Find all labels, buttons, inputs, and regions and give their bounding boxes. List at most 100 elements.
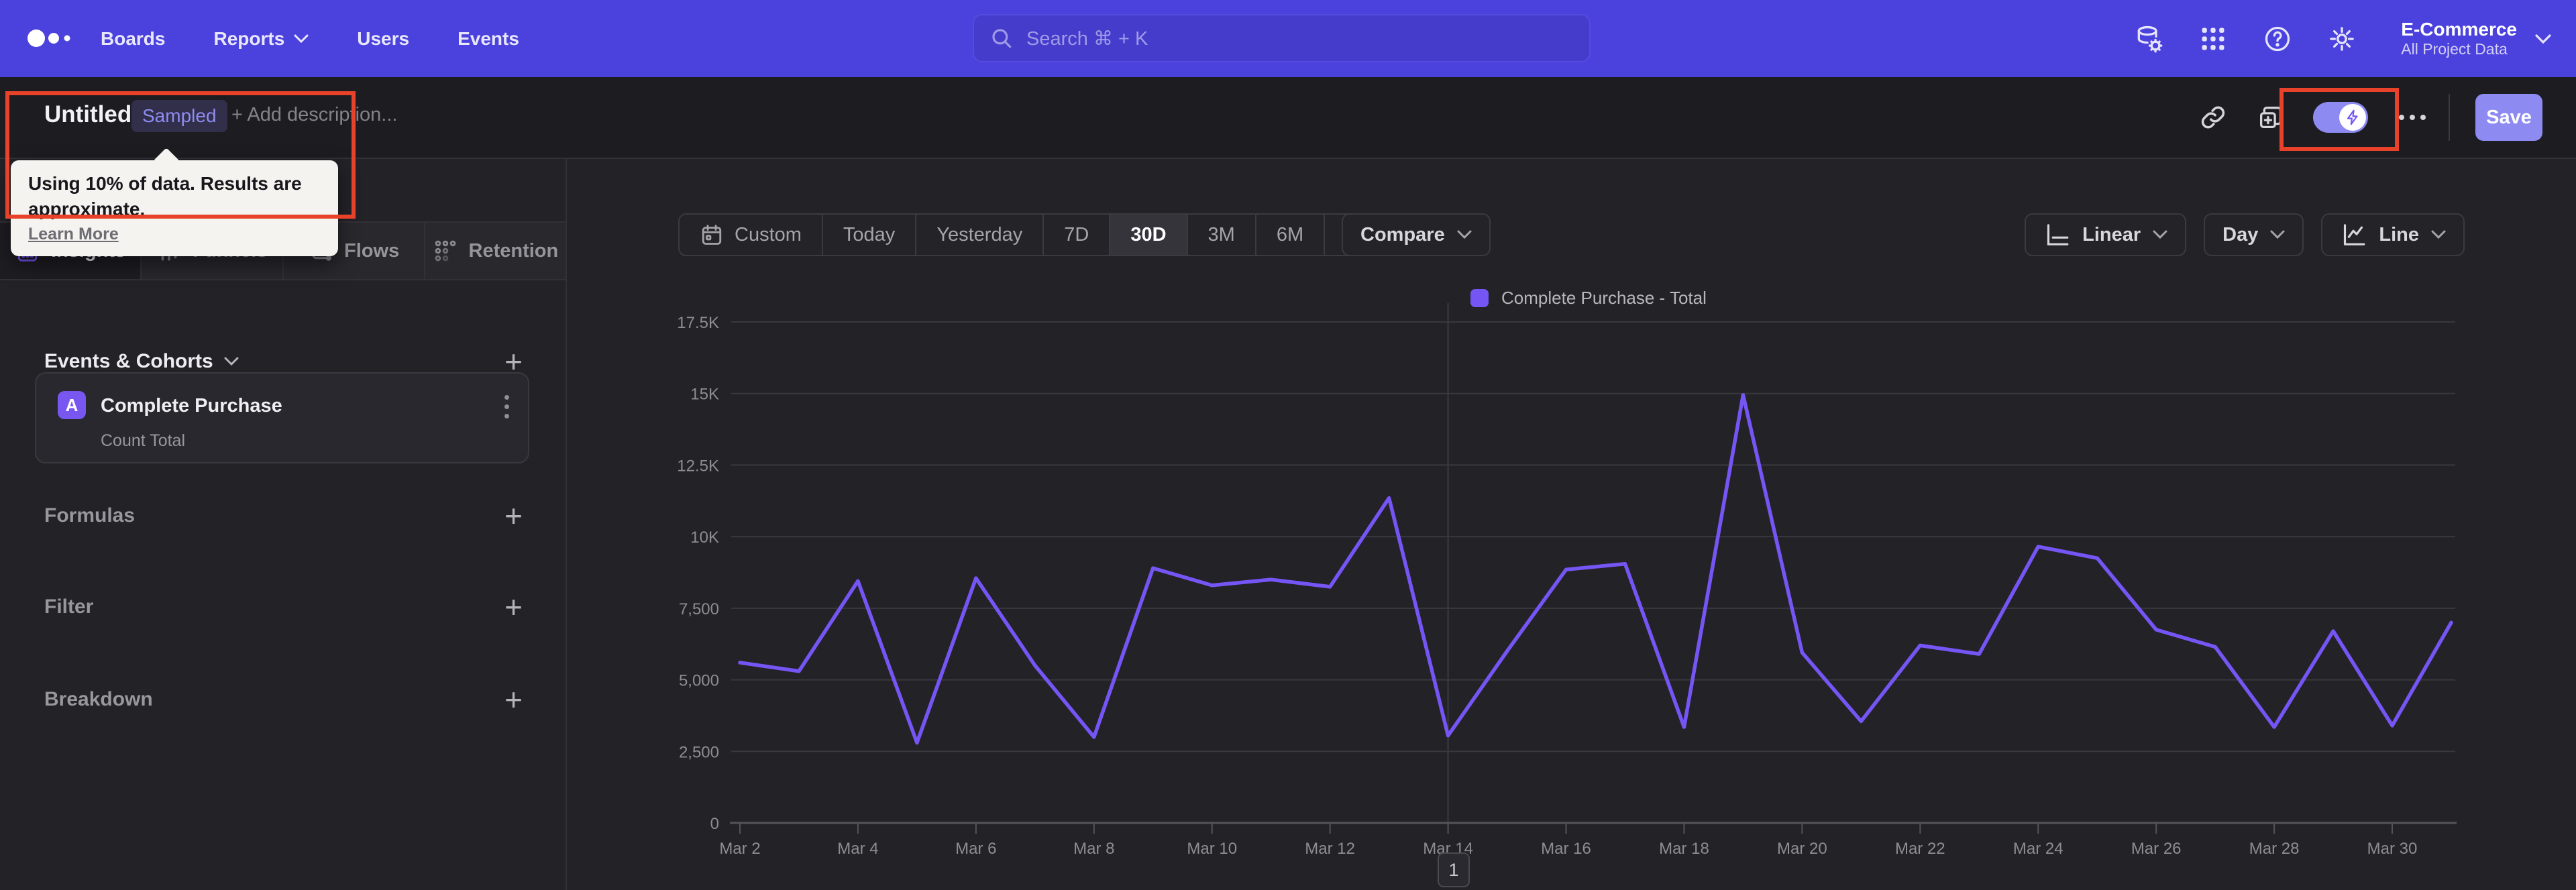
svg-text:15K: 15K	[690, 386, 719, 404]
mixpanel-logo-icon[interactable]	[27, 25, 87, 52]
svg-text:Mar 24: Mar 24	[2013, 840, 2063, 858]
nav-item-label: Events	[458, 27, 519, 49]
svg-text:Mar 8: Mar 8	[1073, 840, 1114, 858]
scale-dropdown[interactable]: Linear	[2025, 213, 2187, 256]
event-aggregation[interactable]: Count Total	[101, 431, 185, 451]
search-input[interactable]: Search ⌘ + K	[973, 14, 1591, 62]
svg-text:10K: 10K	[690, 529, 719, 547]
event-kebab-menu[interactable]	[504, 395, 509, 419]
add-filter-button[interactable]: +	[504, 592, 523, 622]
chevron-down-icon	[2153, 230, 2167, 239]
svg-text:Mar 2: Mar 2	[719, 840, 760, 858]
svg-text:Mar 10: Mar 10	[1187, 840, 1237, 858]
chart-type-dropdown[interactable]: Line	[2321, 213, 2465, 256]
add-formula-button[interactable]: +	[504, 500, 523, 531]
help-icon[interactable]	[2263, 24, 2292, 54]
nav-item-reports[interactable]: Reports	[213, 28, 309, 50]
formulas-label: Formulas	[44, 504, 136, 526]
toolbar-actions: Save	[2199, 77, 2542, 158]
settings-gear-icon[interactable]	[2327, 24, 2357, 54]
report-title[interactable]: Untitled	[44, 101, 131, 128]
svg-text:Mar 12: Mar 12	[1305, 840, 1355, 858]
svg-text:Mar 4: Mar 4	[837, 840, 878, 858]
data-management-icon[interactable]	[2134, 24, 2163, 54]
chart-legend: Complete Purchase - Total	[1470, 288, 1707, 308]
line-chart-icon	[2344, 224, 2365, 245]
more-options-button[interactable]	[2399, 115, 2426, 120]
events-cohorts-text: Events & Cohorts	[44, 350, 213, 372]
range-6m[interactable]: 6M	[1256, 215, 1326, 255]
svg-text:Mar 30: Mar 30	[2367, 840, 2418, 858]
event-card[interactable]: A Complete Purchase Count Total	[35, 372, 529, 463]
compare-label: Compare	[1360, 223, 1445, 245]
sampled-badge[interactable]: Sampled	[131, 100, 227, 132]
svg-text:Mar 22: Mar 22	[1895, 840, 1945, 858]
range-label: 30D	[1130, 223, 1167, 245]
add-event-button[interactable]: +	[504, 346, 523, 377]
svg-text:7,500: 7,500	[679, 600, 719, 618]
nav-links: Boards Reports Users Events	[101, 0, 519, 77]
svg-text:Mar 28: Mar 28	[2249, 840, 2300, 858]
tooltip-text: Using 10% of data. Results are approxima…	[28, 173, 302, 219]
chevron-down-icon	[2270, 230, 2285, 239]
top-nav: Boards Reports Users Events Search ⌘ + K	[0, 0, 2576, 77]
linear-axis-icon	[2047, 224, 2069, 245]
nav-item-label: Users	[357, 27, 410, 49]
search-placeholder: Search ⌘ + K	[1026, 27, 1148, 50]
nav-item-events[interactable]: Events	[458, 28, 519, 50]
interval-label: Day	[2222, 223, 2259, 245]
toolbar-divider	[2449, 94, 2450, 141]
formulas-section: Formulas +	[44, 500, 523, 531]
add-description-button[interactable]: + Add description...	[231, 104, 397, 126]
compare-button[interactable]: Compare	[1342, 213, 1491, 256]
range-7d[interactable]: 7D	[1044, 215, 1111, 255]
svg-text:Mar 20: Mar 20	[1777, 840, 1827, 858]
svg-text:Mar 26: Mar 26	[2131, 840, 2182, 858]
range-30d[interactable]: 30D	[1110, 215, 1188, 255]
chart-controls: Custom Today Yesterday 7D 30D 3M 6M 12M …	[0, 213, 2576, 256]
breakdown-label: Breakdown	[44, 688, 153, 710]
lightning-bolt-icon	[2347, 109, 2358, 125]
svg-text:Mar 6: Mar 6	[955, 840, 996, 858]
share-link-icon[interactable]	[2199, 103, 2227, 131]
add-breakdown-button[interactable]: +	[504, 684, 523, 715]
chevron-down-icon	[294, 34, 309, 43]
range-yesterday[interactable]: Yesterday	[916, 215, 1044, 255]
project-text: E-Commerce All Project Data	[2401, 19, 2517, 58]
nav-item-label: Boards	[101, 27, 166, 49]
svg-text:12.5K: 12.5K	[677, 457, 719, 475]
svg-text:5,000: 5,000	[679, 672, 719, 690]
event-title[interactable]: Complete Purchase	[101, 395, 282, 417]
range-label: 6M	[1276, 223, 1304, 245]
toggle-knob	[2339, 104, 2366, 131]
svg-text:Complete Purchase - Total: Complete Purchase - Total	[1501, 288, 1707, 308]
chart-display-controls: Linear Day Line	[2025, 213, 2465, 256]
app-root: Boards Reports Users Events Search ⌘ + K	[0, 0, 2576, 890]
pagination-page-1[interactable]: 1	[1438, 852, 1470, 887]
sampling-toggle[interactable]	[2313, 102, 2368, 133]
events-cohorts-label[interactable]: Events & Cohorts	[44, 350, 239, 373]
date-range-group: Custom Today Yesterday 7D 30D 3M 6M 12M	[678, 213, 1405, 256]
save-button[interactable]: Save	[2475, 94, 2542, 141]
interval-dropdown[interactable]: Day	[2204, 213, 2304, 256]
svg-text:17.5K: 17.5K	[677, 314, 719, 332]
filter-section: Filter +	[44, 592, 523, 622]
add-to-board-icon[interactable]	[2257, 103, 2285, 131]
chevron-down-icon	[2535, 34, 2551, 44]
event-series-badge: A	[58, 391, 86, 419]
search-icon	[992, 29, 1012, 48]
project-selector[interactable]: E-Commerce All Project Data	[2401, 19, 2552, 58]
chevron-down-icon	[1457, 230, 1472, 239]
range-custom[interactable]: Custom	[680, 215, 823, 255]
nav-item-users[interactable]: Users	[357, 28, 409, 50]
range-3m[interactable]: 3M	[1188, 215, 1256, 255]
learn-more-link[interactable]: Learn More	[28, 225, 119, 244]
range-label: Custom	[735, 223, 802, 245]
nav-item-boards[interactable]: Boards	[101, 28, 165, 50]
chevron-down-icon	[2431, 230, 2446, 239]
apps-grid-icon[interactable]	[2198, 24, 2228, 54]
range-label: Today	[843, 223, 896, 245]
range-label: 3M	[1208, 223, 1235, 245]
range-today[interactable]: Today	[823, 215, 917, 255]
nav-right-cluster: E-Commerce All Project Data	[2134, 0, 2576, 77]
